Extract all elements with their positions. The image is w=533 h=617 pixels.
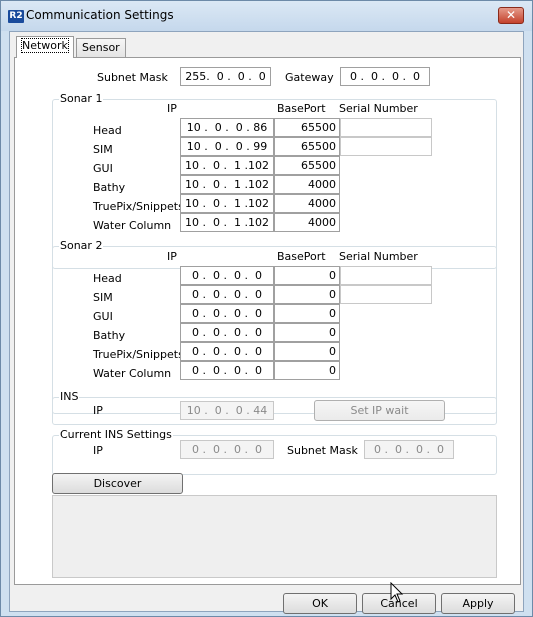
sonar1-gui-ip-input[interactable]: 10 . 0 . 1 .102: [180, 156, 274, 175]
discover-button[interactable]: Discover: [52, 473, 183, 494]
communication-settings-window: R2 Communication Settings ✕ Network Sens…: [0, 0, 533, 617]
sonar2-gui-port-input[interactable]: 0: [274, 304, 340, 323]
gateway-label: Gateway: [285, 71, 334, 84]
sonar2-watercolumn-port-input[interactable]: 0: [274, 361, 340, 380]
sonar2-bathy-label: Bathy: [93, 329, 126, 342]
sonar2-ip-header: IP: [167, 250, 177, 263]
mouse-cursor-icon: [390, 582, 404, 603]
sonar2-sim-serial-input[interactable]: [340, 285, 432, 304]
sonar2-gui-ip-input[interactable]: 0 . 0 . 0 . 0: [180, 304, 274, 323]
subnet-mask-input[interactable]: 255. 0 . 0 . 0: [180, 67, 271, 86]
sonar1-serial-header: Serial Number: [339, 102, 418, 115]
current-ins-ip-label: IP: [93, 444, 103, 457]
tab-network[interactable]: Network: [16, 36, 74, 58]
sonar1-truepix-port-input[interactable]: 4000: [274, 194, 340, 213]
sonar2-sim-label: SIM: [93, 291, 113, 304]
sonar2-title: Sonar 2: [59, 239, 104, 252]
sonar1-bathy-ip-input[interactable]: 10 . 0 . 1 .102: [180, 175, 274, 194]
network-tab-page: Subnet Mask 255. 0 . 0 . 0 Gateway 0 . 0…: [14, 57, 521, 585]
sonar2-truepix-port-input[interactable]: 0: [274, 342, 340, 361]
tab-sensor-label: Sensor: [82, 41, 120, 54]
sonar1-head-ip-input[interactable]: 10 . 0 . 0 . 86: [180, 118, 274, 137]
sonar2-gui-label: GUI: [93, 310, 113, 323]
sonar2-bathy-port-input[interactable]: 0: [274, 323, 340, 342]
sonar1-head-label: Head: [93, 124, 122, 137]
sonar2-serial-header: Serial Number: [339, 250, 418, 263]
sonar2-head-serial-input[interactable]: [340, 266, 432, 285]
app-logo-icon: R2: [8, 10, 24, 23]
current-ins-subnet-mask-label: Subnet Mask: [287, 444, 358, 457]
sonar2-watercolumn-ip-input[interactable]: 0 . 0 . 0 . 0: [180, 361, 274, 380]
sonar1-sim-label: SIM: [93, 143, 113, 156]
sonar1-sim-ip-input[interactable]: 10 . 0 . 0 . 99: [180, 137, 274, 156]
tab-network-label: Network: [21, 38, 69, 53]
sonar2-baseport-header: BasePort: [277, 250, 326, 263]
sonar2-sim-ip-input[interactable]: 0 . 0 . 0 . 0: [180, 285, 274, 304]
sonar1-truepix-label: TruePix/Snippets: [93, 200, 184, 213]
ins-title: INS: [59, 390, 80, 403]
sonar1-bathy-label: Bathy: [93, 181, 126, 194]
window-title: Communication Settings: [26, 8, 174, 22]
sonar2-head-ip-input[interactable]: 0 . 0 . 0 . 0: [180, 266, 274, 285]
sonar1-baseport-header: BasePort: [277, 102, 326, 115]
sonar2-watercolumn-label: Water Column: [93, 367, 172, 380]
apply-button[interactable]: Apply: [441, 593, 515, 614]
sonar1-gui-label: GUI: [93, 162, 113, 175]
current-ins-ip-input[interactable]: 0 . 0 . 0 . 0: [180, 440, 274, 459]
current-ins-subnet-mask-input[interactable]: 0 . 0 . 0 . 0: [364, 440, 454, 459]
sonar1-sim-port-input[interactable]: 65500: [274, 137, 340, 156]
subnet-mask-label: Subnet Mask: [97, 71, 168, 84]
tab-sensor[interactable]: Sensor: [76, 38, 126, 58]
sonar1-ip-header: IP: [167, 102, 177, 115]
sonar1-bathy-port-input[interactable]: 4000: [274, 175, 340, 194]
sonar1-watercolumn-label: Water Column: [93, 219, 172, 232]
ok-button[interactable]: OK: [283, 593, 357, 614]
ins-ip-input[interactable]: 10 . 0 . 0 . 44: [180, 401, 274, 420]
sonar1-head-port-input[interactable]: 65500: [274, 118, 340, 137]
sonar1-head-serial-input[interactable]: [340, 118, 432, 137]
sonar2-bathy-ip-input[interactable]: 0 . 0 . 0 . 0: [180, 323, 274, 342]
sonar2-truepix-ip-input[interactable]: 0 . 0 . 0 . 0: [180, 342, 274, 361]
set-ip-wait-button[interactable]: Set IP wait: [314, 400, 445, 421]
sonar1-watercolumn-ip-input[interactable]: 10 . 0 . 1 .102: [180, 213, 274, 232]
gateway-input[interactable]: 0 . 0 . 0 . 0: [340, 67, 430, 86]
sonar1-watercolumn-port-input[interactable]: 4000: [274, 213, 340, 232]
sonar2-head-port-input[interactable]: 0: [274, 266, 340, 285]
current-ins-title: Current INS Settings: [59, 428, 173, 441]
sonar2-truepix-label: TruePix/Snippets: [93, 348, 184, 361]
sonar2-sim-port-input[interactable]: 0: [274, 285, 340, 304]
sonar1-truepix-ip-input[interactable]: 10 . 0 . 1 .102: [180, 194, 274, 213]
status-panel: [52, 495, 497, 578]
sonar2-head-label: Head: [93, 272, 122, 285]
dialog-body: Network Sensor Subnet Mask 255. 0 . 0 . …: [9, 31, 524, 614]
close-icon[interactable]: ✕: [498, 7, 524, 24]
sonar1-title: Sonar 1: [59, 92, 104, 105]
title-bar[interactable]: R2 Communication Settings ✕: [1, 1, 532, 31]
ins-ip-label: IP: [93, 404, 103, 417]
sonar1-sim-serial-input[interactable]: [340, 137, 432, 156]
sonar1-gui-port-input[interactable]: 65500: [274, 156, 340, 175]
